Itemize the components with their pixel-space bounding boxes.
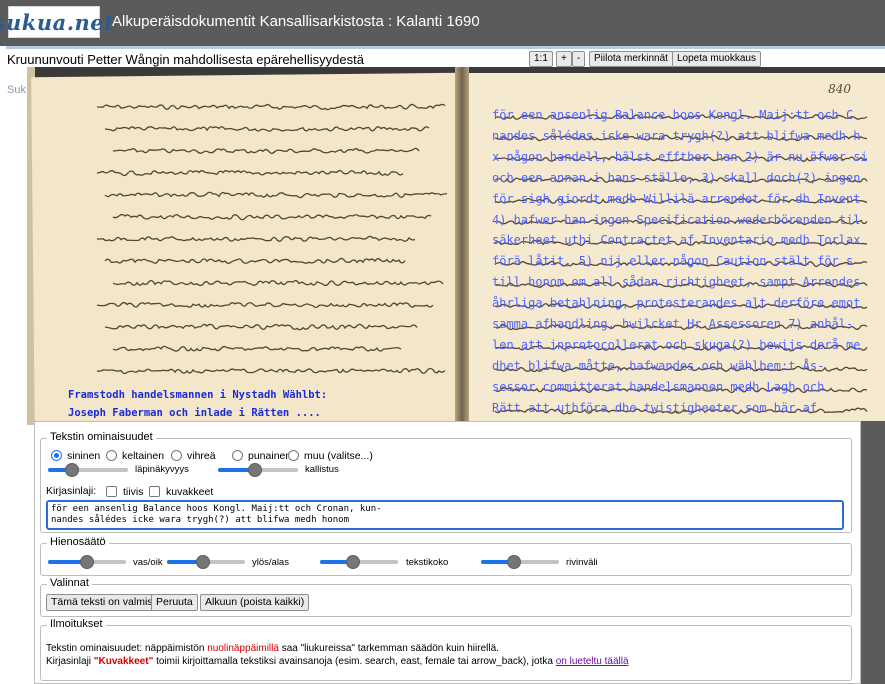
text-done-button[interactable]: Tämä teksti on valmis [46, 594, 158, 611]
page-number: 840 [828, 82, 851, 96]
options-legend: Valinnat [47, 577, 92, 589]
text-size-slider[interactable] [320, 555, 398, 569]
color-radio-label: muu (valitse...) [304, 450, 373, 462]
line-spacing-slider-knob[interactable] [506, 555, 521, 569]
notice-highlight: nuolinäppäimillä [207, 643, 279, 654]
transcription-line[interactable]: för een ansenlig Balance hoos Kongl. Mai… [492, 105, 868, 126]
color-radio-label: vihreä [187, 450, 216, 462]
logo-text: sukua.net [0, 9, 115, 35]
cancel-button[interactable]: Peruuta [151, 594, 198, 611]
left-transcription-line[interactable]: Joseph Faberman och inlade i Rätten .... [68, 404, 327, 422]
transcription-textarea[interactable]: för een ansenlig Balance hoos Kongl. Mai… [46, 500, 844, 530]
header-divider [6, 46, 885, 49]
notice-text: Kirjasinlaji [46, 656, 92, 667]
opacity-slider[interactable] [48, 463, 128, 477]
notice-text: toimii kirjoittamalla tekstiksi avainsan… [156, 656, 553, 667]
images-checkbox[interactable] [149, 486, 160, 497]
side-gutter [861, 421, 885, 684]
reset-all-button[interactable]: Alkuun (poista kaikki) [200, 594, 310, 611]
dense-label: tiivis [123, 486, 144, 498]
notice-line-2: Kirjasinlaji "Kuvakkeet" toimii kirjoitt… [46, 656, 629, 667]
transcription-line[interactable]: 4) hafwer han ingen Specification wederb… [492, 210, 868, 231]
transcription-line[interactable]: x någon handell, hälst effther han 2) är… [492, 147, 868, 168]
transcription-line[interactable]: len att inprotocollerat och skuga(?) bew… [492, 335, 868, 356]
color-radio-label: sininen [67, 450, 101, 462]
notice-text: Tekstin ominaisuudet: näppäimistön [46, 643, 205, 654]
document-image-viewer[interactable]: 840 för een ansenlig Balance hoos Kongl.… [27, 67, 885, 425]
up-down-label: ylös/alas [252, 557, 289, 568]
zoom-out-button[interactable]: - [572, 51, 586, 67]
line-spacing-slider[interactable] [481, 555, 559, 569]
opacity-slider-knob[interactable] [64, 463, 79, 477]
transcription-line[interactable]: samma afhandling, hwilcket Hr Assessoren… [492, 314, 868, 335]
zoom-in-button[interactable]: + [556, 51, 572, 67]
left-right-label: vas/oik [133, 557, 163, 568]
transcription-line[interactable]: och een annan i hans ställe, 3) skall do… [492, 168, 868, 189]
notice-text: saa "liukureissa" tarkemman säädön kuin … [281, 643, 499, 654]
up-down-slider[interactable] [167, 555, 245, 569]
color-radio-label: punainen [248, 450, 292, 462]
text-properties-legend: Tekstin ominaisuudet [47, 431, 156, 443]
sukua-logo[interactable]: sukua.net [0, 6, 114, 38]
notice-line-1: Tekstin ominaisuudet: näppäimistön nuoli… [46, 643, 499, 654]
left-right-slider[interactable] [48, 555, 126, 569]
text-size-slider-knob[interactable] [345, 555, 360, 569]
left-transcription-line[interactable]: Framstodh handelsmannen i Nystadh Wählbt… [68, 386, 327, 404]
icon-list-link[interactable]: on lueteltu täällä [556, 656, 629, 667]
transcription-line[interactable]: nandes sålédes icke wara trygh(?) att bl… [492, 126, 868, 147]
tilt-slider-knob[interactable] [247, 463, 262, 477]
background-link-text: Suk [7, 84, 26, 96]
tilt-label: kallistus [305, 464, 339, 475]
color-radio-4[interactable] [288, 450, 299, 461]
transcription-line[interactable]: sessor committerat handelsmannen medh La… [492, 377, 868, 398]
app-title: Alkuperäisdokumentit Kansallisarkistosta… [112, 13, 480, 30]
notices-legend: Ilmoitukset [47, 618, 106, 630]
color-radio-0[interactable] [51, 450, 62, 461]
transcription-line[interactable]: till honom om all sådan richtigheet, sam… [492, 272, 868, 293]
notice-highlight: "Kuvakkeet" [93, 656, 154, 667]
transcription-overlay[interactable]: för een ansenlig Balance hoos Kongl. Mai… [492, 105, 868, 419]
left-right-slider-knob[interactable] [80, 555, 94, 569]
font-label: Kirjasinlaji: [46, 485, 97, 497]
hide-marks-button[interactable]: Piilota merkinnät [589, 51, 673, 67]
fine-tune-legend: Hienosäätö [47, 536, 109, 548]
transcription-line[interactable]: för sigh giordt medh Willilä arrendet fö… [492, 189, 868, 210]
transcription-line[interactable]: åhrliga betahlning, protesterandes alt d… [492, 293, 868, 314]
color-radio-2[interactable] [171, 450, 182, 461]
dense-checkbox[interactable] [106, 486, 117, 497]
tilt-slider[interactable] [218, 463, 298, 477]
opacity-label: läpinäkyvyys [135, 464, 189, 475]
transcription-line[interactable]: förä låtit, 5) nij eller någon Caution s… [492, 251, 868, 272]
color-radio-1[interactable] [106, 450, 117, 461]
zoom-reset-button[interactable]: 1:1 [529, 51, 553, 67]
stop-edit-button[interactable]: Lopeta muokkaus [672, 51, 761, 67]
transcription-line[interactable]: Rätt att uthföra dhe twistigheeter som h… [492, 398, 868, 419]
left-transcription-overlay[interactable]: Framstodh handelsmannen i Nystadh Wählbt… [68, 386, 327, 422]
up-down-slider-knob[interactable] [195, 555, 210, 569]
document-title: Kruununvouti Petter Wångin mahdollisesta… [7, 52, 364, 67]
images-label: kuvakkeet [166, 486, 214, 498]
line-spacing-label: rivinväli [566, 557, 598, 568]
color-radio-3[interactable] [232, 450, 243, 461]
transcription-line[interactable]: dhet blifwa måtte, hafwandes och wählbem… [492, 356, 868, 377]
text-size-label: tekstikoko [406, 557, 449, 568]
color-radio-label: keltainen [122, 450, 165, 462]
transcription-line[interactable]: säkerheet uthi Contractet af Inventario … [492, 230, 868, 251]
